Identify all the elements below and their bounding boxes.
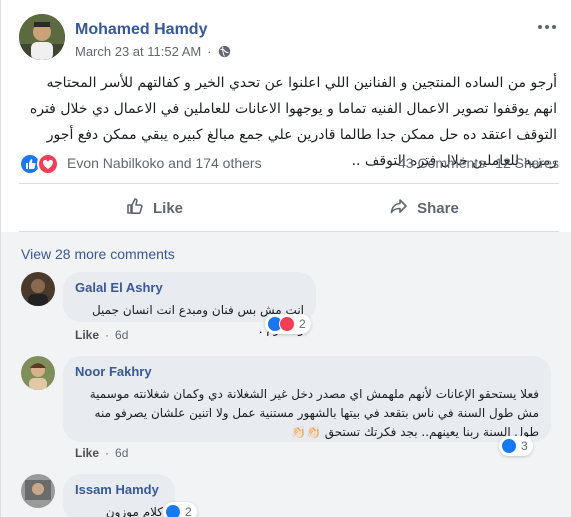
comment-text: كلام موزون [105, 505, 163, 517]
facebook-post: Mohamed Hamdy March 23 at 11:52 AM · أرج… [0, 0, 571, 517]
view-more-comments-link[interactable]: View 28 more comments [21, 246, 175, 262]
commenter-name[interactable]: Noor Fakhry [75, 364, 539, 379]
comment-age[interactable]: 6d [115, 446, 128, 460]
like-button[interactable]: Like [19, 186, 289, 230]
comment-text: فعلا يستحقو الإعانات لأنهم ملهمش اي مصدر… [89, 387, 539, 439]
commenter-name[interactable]: Issam Hamdy [75, 482, 163, 497]
comment-bubble: Noor Fakhry فعلا يستحقو الإعانات لأنهم م… [63, 356, 551, 442]
globe-icon[interactable] [218, 45, 231, 58]
author-name[interactable]: Mohamed Hamdy [75, 21, 207, 39]
share-label: Share [417, 199, 459, 217]
more-options-icon[interactable] [535, 20, 559, 34]
love-icon [37, 153, 59, 175]
commenter-avatar[interactable] [21, 356, 55, 390]
comment-like-link[interactable]: Like [75, 446, 99, 460]
share-arrow-icon [389, 196, 409, 220]
separator: · [105, 328, 110, 342]
comment-reactions[interactable]: 3 [499, 436, 533, 456]
reaction-names[interactable]: Evon Nabilkoko and 174 others [67, 155, 262, 171]
engagement-counts: 43 Comments 12 Shares [398, 155, 559, 171]
comments-section: View 28 more comments Galal El Ashry انت… [1, 232, 571, 517]
reaction-icons[interactable] [19, 153, 65, 175]
comment-actions: Like · 6d [75, 446, 128, 460]
commenter-name[interactable]: Galal El Ashry [75, 280, 304, 295]
reaction-count: 2 [299, 317, 306, 331]
author-avatar[interactable] [19, 14, 65, 60]
comment-age[interactable]: 6d [115, 328, 128, 342]
shares-count[interactable]: 12 Shares [495, 155, 559, 171]
love-icon [279, 316, 295, 332]
like-label: Like [152, 199, 183, 217]
comment-item: Issam Hamdy كلام موزون 2 [21, 474, 566, 517]
like-icon [501, 438, 517, 454]
post-actions: Like Share [19, 186, 559, 230]
commenter-avatar[interactable] [21, 474, 55, 508]
commenter-avatar[interactable] [21, 272, 55, 306]
comment-reactions[interactable]: 2 [265, 314, 311, 334]
meta-separator: · [207, 44, 212, 59]
share-button[interactable]: Share [289, 186, 559, 230]
post-meta: March 23 at 11:52 AM · [75, 44, 231, 59]
comments-count[interactable]: 43 Comments [398, 155, 485, 171]
post-timestamp[interactable]: March 23 at 11:52 AM [75, 44, 201, 59]
comment-item: Noor Fakhry فعلا يستحقو الإعانات لأنهم م… [21, 356, 566, 466]
comment-like-link[interactable]: Like [75, 328, 99, 342]
separator: · [105, 446, 110, 460]
comment-reactions[interactable]: 2 [163, 502, 197, 517]
reaction-count: 2 [185, 505, 192, 517]
reactions-summary: Evon Nabilkoko and 174 others 43 Comment… [19, 150, 559, 178]
reaction-count: 3 [521, 439, 528, 453]
comment-actions: Like · 6d [75, 328, 128, 342]
like-icon [165, 504, 181, 517]
comment-bubble: Issam Hamdy كلام موزون [63, 474, 175, 517]
thumbs-up-icon [125, 196, 145, 220]
post-header: Mohamed Hamdy March 23 at 11:52 AM · [19, 14, 559, 64]
comment-item: Galal El Ashry انت مش بس فنان ومبدع انت … [21, 272, 566, 350]
divider [19, 183, 559, 184]
